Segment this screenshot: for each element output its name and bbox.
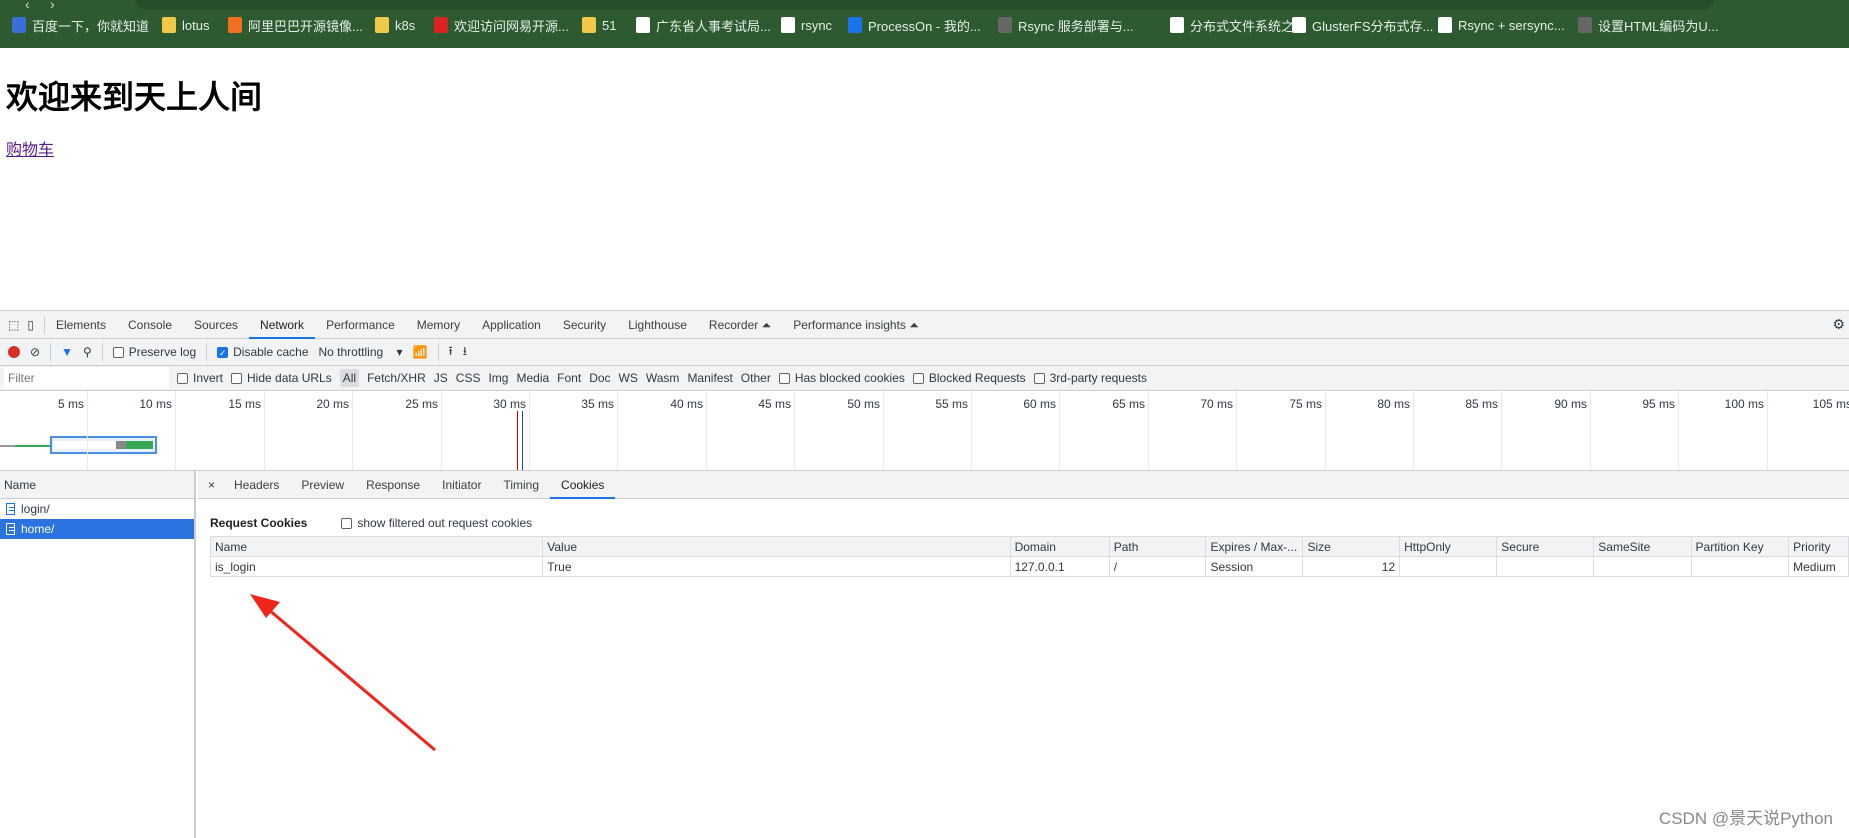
annotation-arrow	[250, 594, 436, 752]
watermark: CSDN @景天说Python	[1658, 809, 1833, 828]
